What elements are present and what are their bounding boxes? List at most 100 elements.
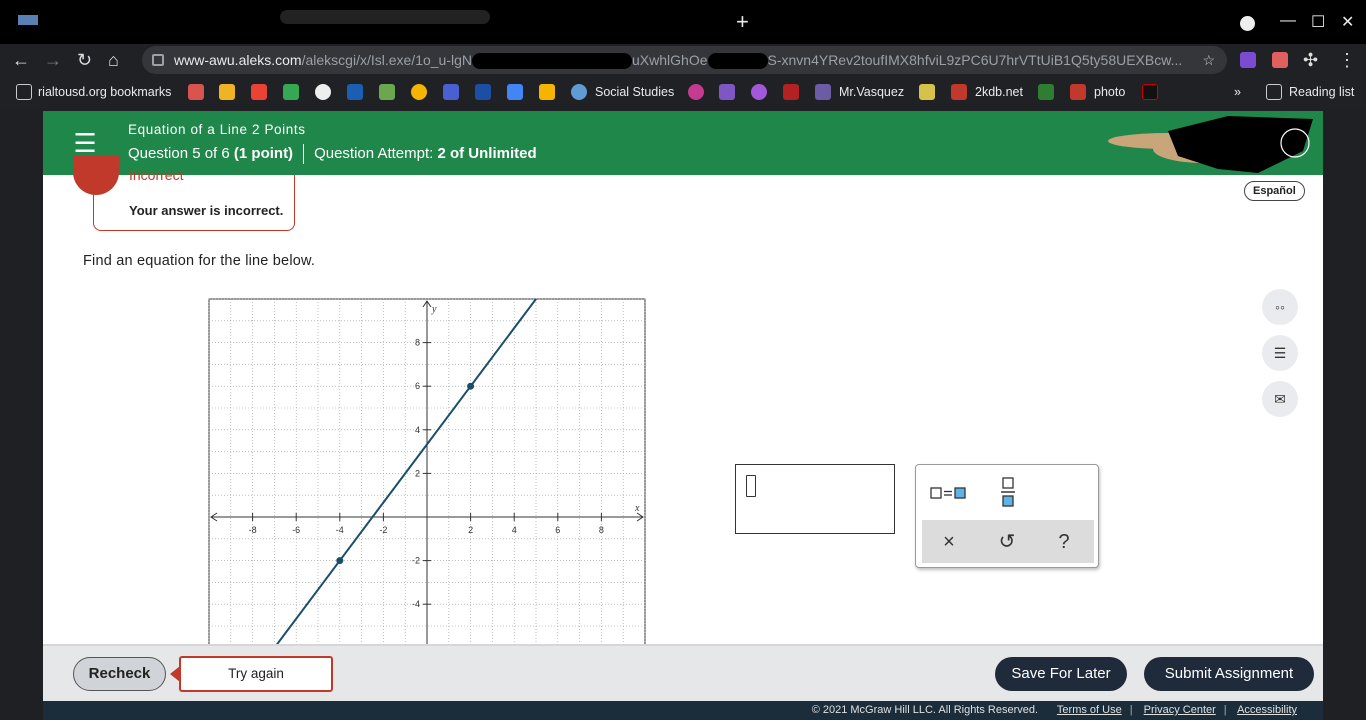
privacy-link[interactable]: Privacy Center	[1144, 704, 1216, 716]
url-path-mid: uXwhlGhOe	[632, 52, 708, 68]
profile-icon[interactable]	[1240, 16, 1255, 31]
espanol-button[interactable]: Español	[1244, 181, 1305, 201]
x-tick-label: 8	[599, 525, 604, 535]
docs-icon[interactable]	[507, 84, 523, 100]
plotted-point	[336, 557, 344, 565]
menu-hamburger-icon[interactable]: ☰	[67, 129, 103, 157]
bookmark-star-icon[interactable]: ☆	[1202, 46, 1215, 74]
bookmarks-overflow-button[interactable]: »	[1234, 84, 1241, 100]
browser-toolbar: ← → ↻ ⌂ www-awu.aleks.com/alekscgi/x/Isl…	[0, 44, 1366, 76]
bookmark-social-studies[interactable]: Social Studies	[595, 84, 674, 100]
bookmark-icon[interactable]	[443, 84, 459, 100]
site-info-icon[interactable]	[152, 54, 164, 66]
bookmark-icon[interactable]	[751, 84, 767, 100]
slides-icon[interactable]	[539, 84, 555, 100]
terms-link[interactable]: Terms of Use	[1057, 704, 1122, 716]
bookmark-icon[interactable]	[783, 84, 799, 100]
aleks-page: ☰ Equation of a Line 2 Points Question 5…	[43, 111, 1323, 720]
x-tick-label: 2	[468, 525, 473, 535]
bookmark-mr-vasquez[interactable]: Mr.Vasquez	[839, 84, 904, 100]
bookmark-icon[interactable]	[719, 84, 735, 100]
redacted-url-segment	[472, 53, 633, 70]
reading-list-button[interactable]: Reading list	[1289, 84, 1354, 100]
y-axis-label: y	[431, 304, 437, 315]
new-tab-button[interactable]: +	[736, 10, 749, 34]
redacted-url-segment	[707, 53, 768, 70]
glasses-icon[interactable]: ◦◦	[1262, 289, 1298, 325]
bookmark-icon[interactable]	[347, 84, 363, 100]
bookmarks-bar: rialtousd.org bookmarks Social Studies M…	[0, 76, 1366, 108]
recheck-button[interactable]: Recheck	[73, 657, 166, 691]
feedback-status: Incorrect	[129, 167, 184, 183]
minimize-icon[interactable]: —	[1280, 12, 1296, 30]
forward-icon[interactable]: →	[44, 48, 62, 72]
bookmark-icon[interactable]	[919, 84, 935, 100]
extensions-puzzle-icon[interactable]: ✣	[1303, 48, 1318, 72]
y-tick-label: -4	[412, 599, 420, 609]
keypad-controls: × ↺ ?	[922, 520, 1094, 563]
x-tick-label: -4	[336, 525, 344, 535]
url-path-start: /alekscgi/x/Isl.exe/1o_u-lgN	[301, 52, 473, 68]
math-keypad: × ↺ ?	[915, 464, 1099, 568]
attempt-value: 2 of Unlimited	[437, 144, 537, 162]
attempt-label: Question Attempt:	[314, 144, 434, 162]
x-axis-label: x	[634, 503, 640, 514]
mail-icon[interactable]: ✉	[1262, 381, 1298, 417]
action-bar: Recheck Try again Save For Later Submit …	[43, 644, 1323, 701]
browser-menu-icon[interactable]: ⋮	[1338, 48, 1356, 72]
bookmark-icon[interactable]	[411, 84, 427, 100]
extension-icon[interactable]	[1272, 52, 1288, 68]
home-icon[interactable]: ⌂	[108, 48, 119, 72]
try-again-tooltip: Try again	[179, 656, 333, 692]
fraction-template-button[interactable]	[1000, 477, 1016, 507]
accessibility-link[interactable]: Accessibility	[1237, 704, 1297, 716]
help-button[interactable]: ?	[1049, 528, 1079, 556]
footer: © 2021 McGraw Hill LLC. All Rights Reser…	[43, 701, 1323, 720]
bookmark-photo[interactable]: photo	[1094, 84, 1125, 100]
bookmark-icon[interactable]	[188, 84, 204, 100]
submit-assignment-button[interactable]: Submit Assignment	[1144, 657, 1314, 691]
bookmark-icon[interactable]	[219, 84, 235, 100]
x-tick-label: -6	[292, 525, 300, 535]
reload-icon[interactable]: ↻	[77, 48, 92, 72]
y-tick-label: 8	[415, 338, 420, 348]
y-tick-label: 6	[415, 381, 420, 391]
gmail-icon[interactable]	[251, 84, 267, 100]
mr-vasquez-icon	[815, 84, 831, 100]
redacted-tab-title	[280, 10, 490, 24]
assignment-header: ☰ Equation of a Line 2 Points Question 5…	[43, 111, 1323, 175]
back-icon[interactable]: ←	[12, 48, 30, 72]
bookmark-icon[interactable]	[379, 84, 395, 100]
y-tick-label: 2	[415, 468, 420, 478]
coordinate-graph: -8 -6 -4 -2 2 4 6 8 -4 -2 2 4 6 8 x y	[208, 298, 646, 658]
equation-template-button[interactable]	[930, 485, 970, 501]
worksheet-icon[interactable]: ☰	[1262, 335, 1298, 371]
bookmark-icon[interactable]	[475, 84, 491, 100]
globe-icon[interactable]	[315, 84, 331, 100]
plotted-point	[467, 382, 475, 390]
x-tick-label: 6	[555, 525, 560, 535]
2kdb-icon	[951, 84, 967, 100]
drive-icon[interactable]	[283, 84, 299, 100]
x-tick-label: 4	[512, 525, 517, 535]
reading-list-icon	[1266, 84, 1282, 100]
x-tick-label: -8	[249, 525, 257, 535]
bookmark-icon[interactable]	[688, 84, 704, 100]
folder-icon	[16, 84, 32, 100]
feedback-message: Your answer is incorrect.	[129, 203, 284, 218]
undo-button[interactable]: ↺	[992, 528, 1022, 556]
clear-button[interactable]: ×	[934, 528, 964, 556]
answer-input[interactable]	[735, 464, 895, 534]
extension-icon[interactable]	[1240, 52, 1256, 68]
question-points: (1 point)	[233, 144, 294, 162]
url-host: www-awu.aleks.com	[174, 52, 302, 68]
bookmark-icon[interactable]	[1038, 84, 1054, 100]
close-window-icon[interactable]: ✕	[1341, 12, 1354, 32]
save-for-later-button[interactable]: Save For Later	[995, 657, 1127, 691]
bookmark-2kdb[interactable]: 2kdb.net	[975, 84, 1023, 100]
bookmark-folder-rialtousd[interactable]: rialtousd.org bookmarks	[38, 84, 171, 100]
tab-favicon-icon[interactable]	[18, 15, 38, 25]
maximize-icon[interactable]: ☐	[1311, 12, 1325, 32]
address-bar[interactable]: www-awu.aleks.com/alekscgi/x/Isl.exe/1o_…	[142, 46, 1227, 74]
bookmark-icon[interactable]	[1142, 84, 1158, 100]
